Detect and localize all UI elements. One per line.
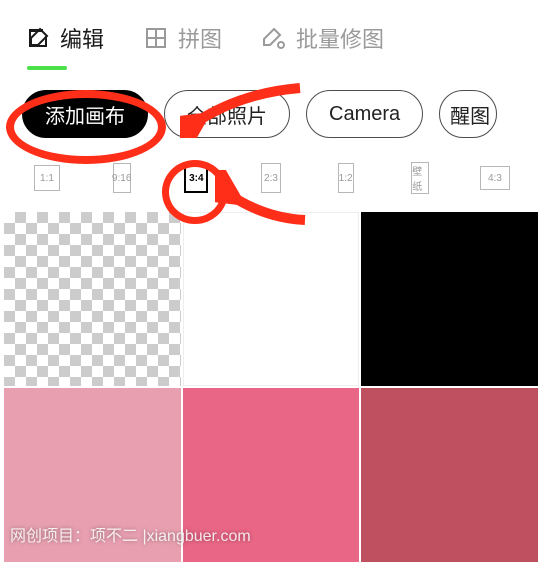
ratio-3-4[interactable]: 3:4 bbox=[171, 163, 221, 193]
ratio-9-16[interactable]: 9:16 bbox=[97, 163, 147, 193]
tab-edit-label: 编辑 bbox=[60, 22, 104, 54]
top-tab-bar: 编辑 拼图 批量修图 bbox=[0, 0, 542, 68]
tab-collage-label: 拼图 bbox=[178, 22, 222, 54]
ratio-1-2-box: 1:2 bbox=[338, 163, 354, 193]
swatch-white[interactable] bbox=[183, 212, 360, 386]
ratio-3-4-box: 3:4 bbox=[184, 163, 208, 193]
ratio-1-1-label: 1:1 bbox=[40, 173, 54, 184]
xingtu-album-label: 醒图 bbox=[450, 100, 490, 129]
ratio-2-3-box: 2:3 bbox=[261, 163, 281, 193]
ratio-wallpaper[interactable]: 壁纸 bbox=[395, 162, 445, 194]
tab-edit[interactable]: 编辑 bbox=[26, 22, 104, 54]
add-canvas-button[interactable]: 添加画布 bbox=[22, 90, 148, 138]
ratio-9-16-box: 9:16 bbox=[113, 163, 131, 193]
ratio-1-2[interactable]: 1:2 bbox=[321, 163, 371, 193]
tab-collage[interactable]: 拼图 bbox=[144, 22, 222, 54]
ratio-4-3[interactable]: 4:3 bbox=[470, 166, 520, 190]
source-chip-row: 添加画布 全部照片 Camera 醒图 bbox=[0, 68, 542, 148]
tab-batch-label: 批量修图 bbox=[296, 22, 384, 54]
ratio-wallpaper-label: 壁纸 bbox=[412, 163, 428, 193]
aspect-ratio-row: 1:1 9:16 3:4 2:3 1:2 壁纸 4:3 bbox=[0, 148, 542, 212]
ratio-2-3-label: 2:3 bbox=[264, 173, 278, 184]
batch-icon bbox=[262, 26, 286, 50]
swatch-black[interactable] bbox=[361, 212, 538, 386]
ratio-4-3-label: 4:3 bbox=[488, 173, 502, 184]
add-canvas-label: 添加画布 bbox=[45, 100, 125, 129]
camera-album-label: Camera bbox=[329, 103, 400, 126]
all-photos-label: 全部照片 bbox=[187, 100, 267, 129]
edit-icon bbox=[26, 26, 50, 50]
ratio-1-2-label: 1:2 bbox=[339, 173, 353, 184]
ratio-3-4-label: 3:4 bbox=[189, 173, 203, 184]
tab-batch[interactable]: 批量修图 bbox=[262, 22, 384, 54]
ratio-wallpaper-box: 壁纸 bbox=[411, 162, 429, 194]
watermark-text: 网创项目：项不二 |xiangbuer.com bbox=[10, 522, 251, 546]
xingtu-album-button[interactable]: 醒图 bbox=[439, 90, 497, 138]
all-photos-button[interactable]: 全部照片 bbox=[164, 90, 290, 138]
swatch-transparent[interactable] bbox=[4, 212, 181, 386]
canvas-color-grid bbox=[0, 212, 542, 562]
ratio-1-1[interactable]: 1:1 bbox=[22, 165, 72, 191]
ratio-2-3[interactable]: 2:3 bbox=[246, 163, 296, 193]
camera-album-button[interactable]: Camera bbox=[306, 90, 423, 138]
swatch-pink-dark[interactable] bbox=[361, 388, 538, 562]
active-tab-underline bbox=[27, 66, 67, 70]
ratio-1-1-box: 1:1 bbox=[34, 165, 60, 191]
collage-icon bbox=[144, 26, 168, 50]
ratio-4-3-box: 4:3 bbox=[480, 166, 510, 190]
ratio-9-16-label: 9:16 bbox=[112, 173, 131, 184]
